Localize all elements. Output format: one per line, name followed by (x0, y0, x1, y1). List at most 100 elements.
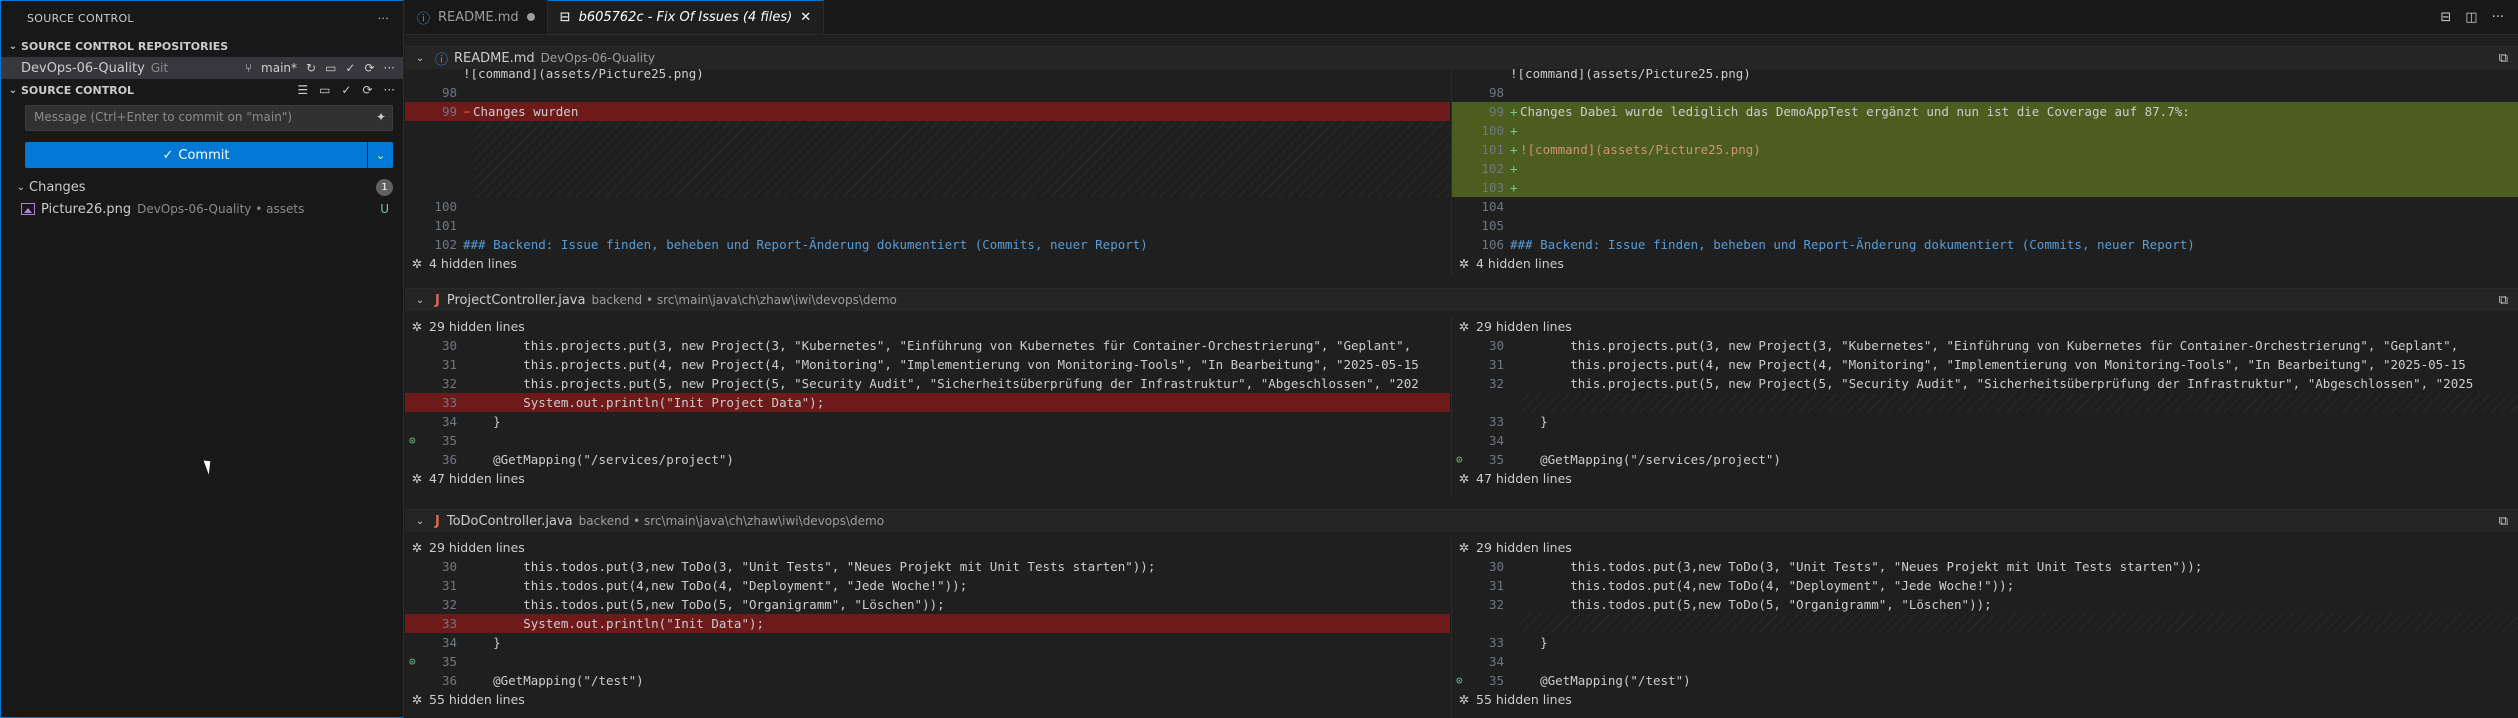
code-line: 30 this.todos.put(3,new ToDo(3, "Unit Te… (1452, 557, 2518, 576)
link-icon[interactable]: ⊙ (1456, 674, 1463, 687)
graph-icon[interactable]: ▭ (319, 83, 330, 97)
changes-group[interactable]: ⌄ Changes 1 (13, 176, 393, 198)
code-line: 31 this.todos.put(4,new ToDo(4, "Deploym… (405, 576, 1450, 595)
hidden-lines-row[interactable]: ✲ 29 hidden lines (1452, 317, 1572, 336)
branch-name[interactable]: main* (261, 61, 297, 75)
hidden-lines-row[interactable]: ✲ 55 hidden lines (405, 690, 525, 709)
commit-message-input[interactable]: Message (Ctrl+Enter to commit on "main")… (25, 105, 393, 131)
hidden-lines-row[interactable]: ✲ 55 hidden lines (1452, 690, 1572, 709)
view-as-list-icon[interactable]: ☰ (297, 83, 308, 97)
expand-icon[interactable]: ✲ (1452, 692, 1476, 707)
close-icon[interactable]: ✕ (800, 10, 811, 25)
file-header-project-controller[interactable]: ⌄ J ProjectController.java backend • src… (405, 288, 2518, 311)
message-icon[interactable]: ▭ (325, 61, 336, 75)
code-line: 35 @GetMapping("/test") (1452, 671, 2518, 690)
repositories-section-title: SOURCE CONTROL REPOSITORIES (21, 39, 229, 53)
open-file-icon[interactable]: ⧉ (2499, 514, 2508, 529)
code-text: this.projects.put(4, new Project(4, "Mon… (463, 357, 1419, 372)
hidden-lines-row[interactable]: ✲ 29 hidden lines (405, 538, 525, 557)
line-number: 32 (1488, 597, 1504, 612)
more-actions-icon[interactable]: ··· (2492, 10, 2504, 25)
hidden-lines-row[interactable]: ✲ 4 hidden lines (1452, 254, 1564, 273)
repository-name: DevOps-06-Quality (21, 60, 145, 76)
info-icon: ⓘ (435, 52, 449, 68)
line-number: 33 (1488, 635, 1504, 650)
expand-icon[interactable]: ✲ (405, 692, 429, 707)
code-text: } (463, 414, 501, 429)
code-line: 35 (405, 652, 1450, 671)
commit-check-icon[interactable]: ✓ (341, 83, 351, 97)
sidebar-header: SOURCE CONTROL ··· (1, 1, 403, 35)
check-icon[interactable]: ✓ (345, 61, 355, 75)
link-icon[interactable]: ⊙ (409, 655, 416, 668)
line-number: 101 (434, 218, 457, 233)
tab-label: README.md (438, 9, 519, 25)
branch-icon[interactable]: ⑂ (245, 61, 252, 75)
changed-file-name: Picture26.png (41, 201, 132, 217)
expand-icon[interactable]: ✲ (1452, 319, 1476, 334)
empty-diff-region (473, 121, 1450, 197)
line-number: 32 (441, 597, 457, 612)
code-line: 31 this.projects.put(4, new Project(4, "… (405, 355, 1450, 374)
open-file-icon[interactable]: ⧉ (2499, 51, 2508, 66)
code-text: } (463, 635, 501, 650)
code-line: 30 this.todos.put(3,new ToDo(3, "Unit Te… (405, 557, 1450, 576)
repositories-section-header[interactable]: ⌄ SOURCE CONTROL REPOSITORIES (1, 35, 403, 57)
sync-icon[interactable]: ↻ (306, 61, 316, 75)
more-repo-actions-icon[interactable]: ··· (384, 61, 395, 75)
commit-dropdown-button[interactable]: ⌄ (367, 142, 393, 168)
link-icon[interactable]: ⊙ (409, 434, 416, 447)
code-text: this.todos.put(4,new ToDo(4, "Deployment… (1510, 578, 2015, 593)
expand-icon[interactable]: ✲ (405, 540, 429, 555)
collapse-all-icon[interactable]: ⊟ (2440, 10, 2451, 25)
hidden-lines-row[interactable]: ✲ 29 hidden lines (405, 317, 525, 336)
expand-icon[interactable]: ✲ (405, 319, 429, 334)
hidden-lines-row[interactable]: ✲ 47 hidden lines (405, 469, 525, 488)
line-number: 31 (1488, 357, 1504, 372)
expand-icon[interactable]: ✲ (1452, 256, 1476, 271)
expand-icon[interactable]: ✲ (1452, 471, 1476, 486)
refresh-icon[interactable]: ⟳ (364, 61, 374, 75)
split-editor-icon[interactable]: ◫ (2465, 10, 2477, 25)
line-number: 30 (1488, 559, 1504, 574)
unsaved-dot-icon[interactable] (526, 13, 535, 21)
open-file-icon[interactable]: ⧉ (2499, 293, 2508, 308)
link-icon[interactable]: ⊙ (1456, 453, 1463, 466)
repository-row[interactable]: DevOps-06-Quality Git ⑂ main* ↻ ▭ ✓ ⟳ ··… (1, 57, 403, 79)
code-line: 30 this.projects.put(3, new Project(3, "… (405, 336, 1450, 355)
expand-icon[interactable]: ✲ (405, 471, 429, 486)
more-actions-icon[interactable]: ··· (378, 12, 389, 25)
file-path: DevOps-06-Quality (540, 51, 655, 65)
sparkle-icon[interactable]: ✦ (376, 110, 386, 124)
expand-icon[interactable]: ✲ (405, 256, 429, 271)
file-header-todo-controller[interactable]: ⌄ J ToDoController.java backend • src\ma… (405, 509, 2518, 532)
hidden-lines-row[interactable]: ✲ 4 hidden lines (405, 254, 517, 273)
changed-file-detail: DevOps-06-Quality • assets (137, 202, 305, 216)
refresh-icon[interactable]: ⟳ (362, 83, 372, 97)
code-line: ![command](assets/Picture25.png) (463, 69, 704, 81)
line-number: 33 (441, 395, 457, 410)
tab-multi-diff[interactable]: ⊟ b605762c - Fix Of Issues (4 files) ✕ (547, 0, 825, 34)
readme-right-pane: ![command](assets/Picture25.png) 98 99 + C… (1452, 69, 2518, 275)
line-number: 100 (1481, 123, 1504, 138)
hidden-lines-row[interactable]: ✲ 29 hidden lines (1452, 538, 1572, 557)
more-actions-icon[interactable]: ··· (384, 83, 395, 97)
source-control-section-header[interactable]: ⌄ SOURCE CONTROL ☰ ▭ ✓ ⟳ ··· (1, 79, 403, 101)
code-text: @GetMapping("/test") (463, 673, 644, 688)
code-line: ### Backend: Issue finden, beheben und R… (1510, 237, 2195, 252)
file-header-readme[interactable]: ⌄ ⓘ README.md DevOps-06-Quality ⧉ (405, 46, 2518, 69)
code-text: this.projects.put(5, new Project(5, "Sec… (1510, 376, 2474, 391)
sidebar-title: SOURCE CONTROL (27, 11, 134, 25)
commit-button[interactable]: ✓ Commit (25, 142, 367, 168)
line-number: 31 (1488, 578, 1504, 593)
hidden-lines-label: 4 hidden lines (429, 256, 517, 271)
code-text: this.todos.put(3,new ToDo(3, "Unit Tests… (463, 559, 1156, 574)
tab-readme[interactable]: ⓘ README.md (405, 0, 548, 34)
hidden-lines-label: 55 hidden lines (1476, 692, 1572, 707)
hidden-lines-row[interactable]: ✲ 47 hidden lines (1452, 469, 1572, 488)
code-text: this.todos.put(3,new ToDo(3, "Unit Tests… (1510, 559, 2203, 574)
expand-icon[interactable]: ✲ (1452, 540, 1476, 555)
chevron-down-icon: ⌄ (375, 148, 386, 162)
changed-file-item[interactable]: Picture26.png DevOps-06-Quality • assets… (21, 199, 401, 219)
source-control-sidebar: SOURCE CONTROL ··· ⌄ SOURCE CONTROL REPO… (0, 0, 404, 718)
